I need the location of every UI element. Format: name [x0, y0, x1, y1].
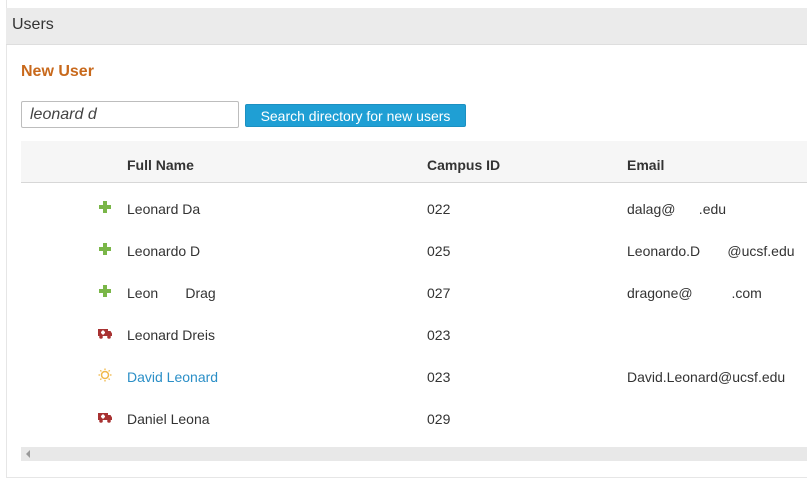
cell-full-name: Leonard Da [127, 201, 201, 217]
cell-email: Leonardo.D @ucsf.edu [627, 243, 795, 259]
cell-full-name: Leon Drag [127, 285, 216, 301]
section-title: New User [21, 63, 94, 80]
panel-title: Users [12, 16, 54, 33]
cell-campus-id: 027 [427, 285, 451, 301]
table-row[interactable]: Leonard Da 022 dalag@ .edu [21, 186, 807, 228]
column-header-full-name[interactable]: Full Name [127, 157, 194, 173]
cell-email: David.Leonard@ucsf.edu [627, 369, 786, 385]
cell-email: dalag@ .edu [627, 201, 727, 217]
table-row[interactable]: Leon Drag 027 dragone@ .com [21, 270, 807, 312]
table-row[interactable]: Leonard Dreis 023 [21, 312, 807, 354]
table-row[interactable]: Leonardo D 025 Leonardo.D @ucsf.edu [21, 228, 807, 270]
cell-full-name: Leonardo D [127, 243, 201, 259]
cell-campus-id: 023 [427, 369, 451, 385]
cell-full-name: Leonard Dreis [127, 327, 215, 343]
search-input[interactable] [21, 101, 239, 128]
plus-icon[interactable] [97, 200, 113, 214]
scroll-left-arrow-icon[interactable] [26, 450, 30, 458]
plus-icon[interactable] [97, 284, 113, 298]
cell-campus-id: 025 [427, 243, 451, 259]
ambulance-icon [97, 410, 113, 424]
user-link[interactable]: David Leonard [127, 369, 218, 385]
table-row[interactable]: David Leonard 023 David.Leonard@ucsf.edu [21, 354, 807, 396]
cell-campus-id: 022 [427, 201, 451, 217]
search-directory-button[interactable]: Search directory for new users [245, 104, 466, 127]
cell-campus-id: 023 [427, 327, 451, 343]
panel-header: Users [6, 8, 807, 45]
cell-email: dragone@ .com [627, 285, 762, 301]
cell-full-name: Daniel Leona [127, 411, 210, 427]
cell-campus-id: 029 [427, 411, 451, 427]
horizontal-scrollbar[interactable] [21, 447, 807, 461]
sun-icon [97, 368, 113, 382]
table-row[interactable]: Daniel Leona 029 [21, 396, 807, 438]
table-header: Full Name Campus ID Email [21, 141, 807, 183]
ambulance-icon [97, 326, 113, 340]
column-header-campus-id[interactable]: Campus ID [427, 157, 500, 173]
column-header-email[interactable]: Email [627, 157, 664, 173]
plus-icon[interactable] [97, 242, 113, 256]
left-frame [0, 0, 7, 478]
